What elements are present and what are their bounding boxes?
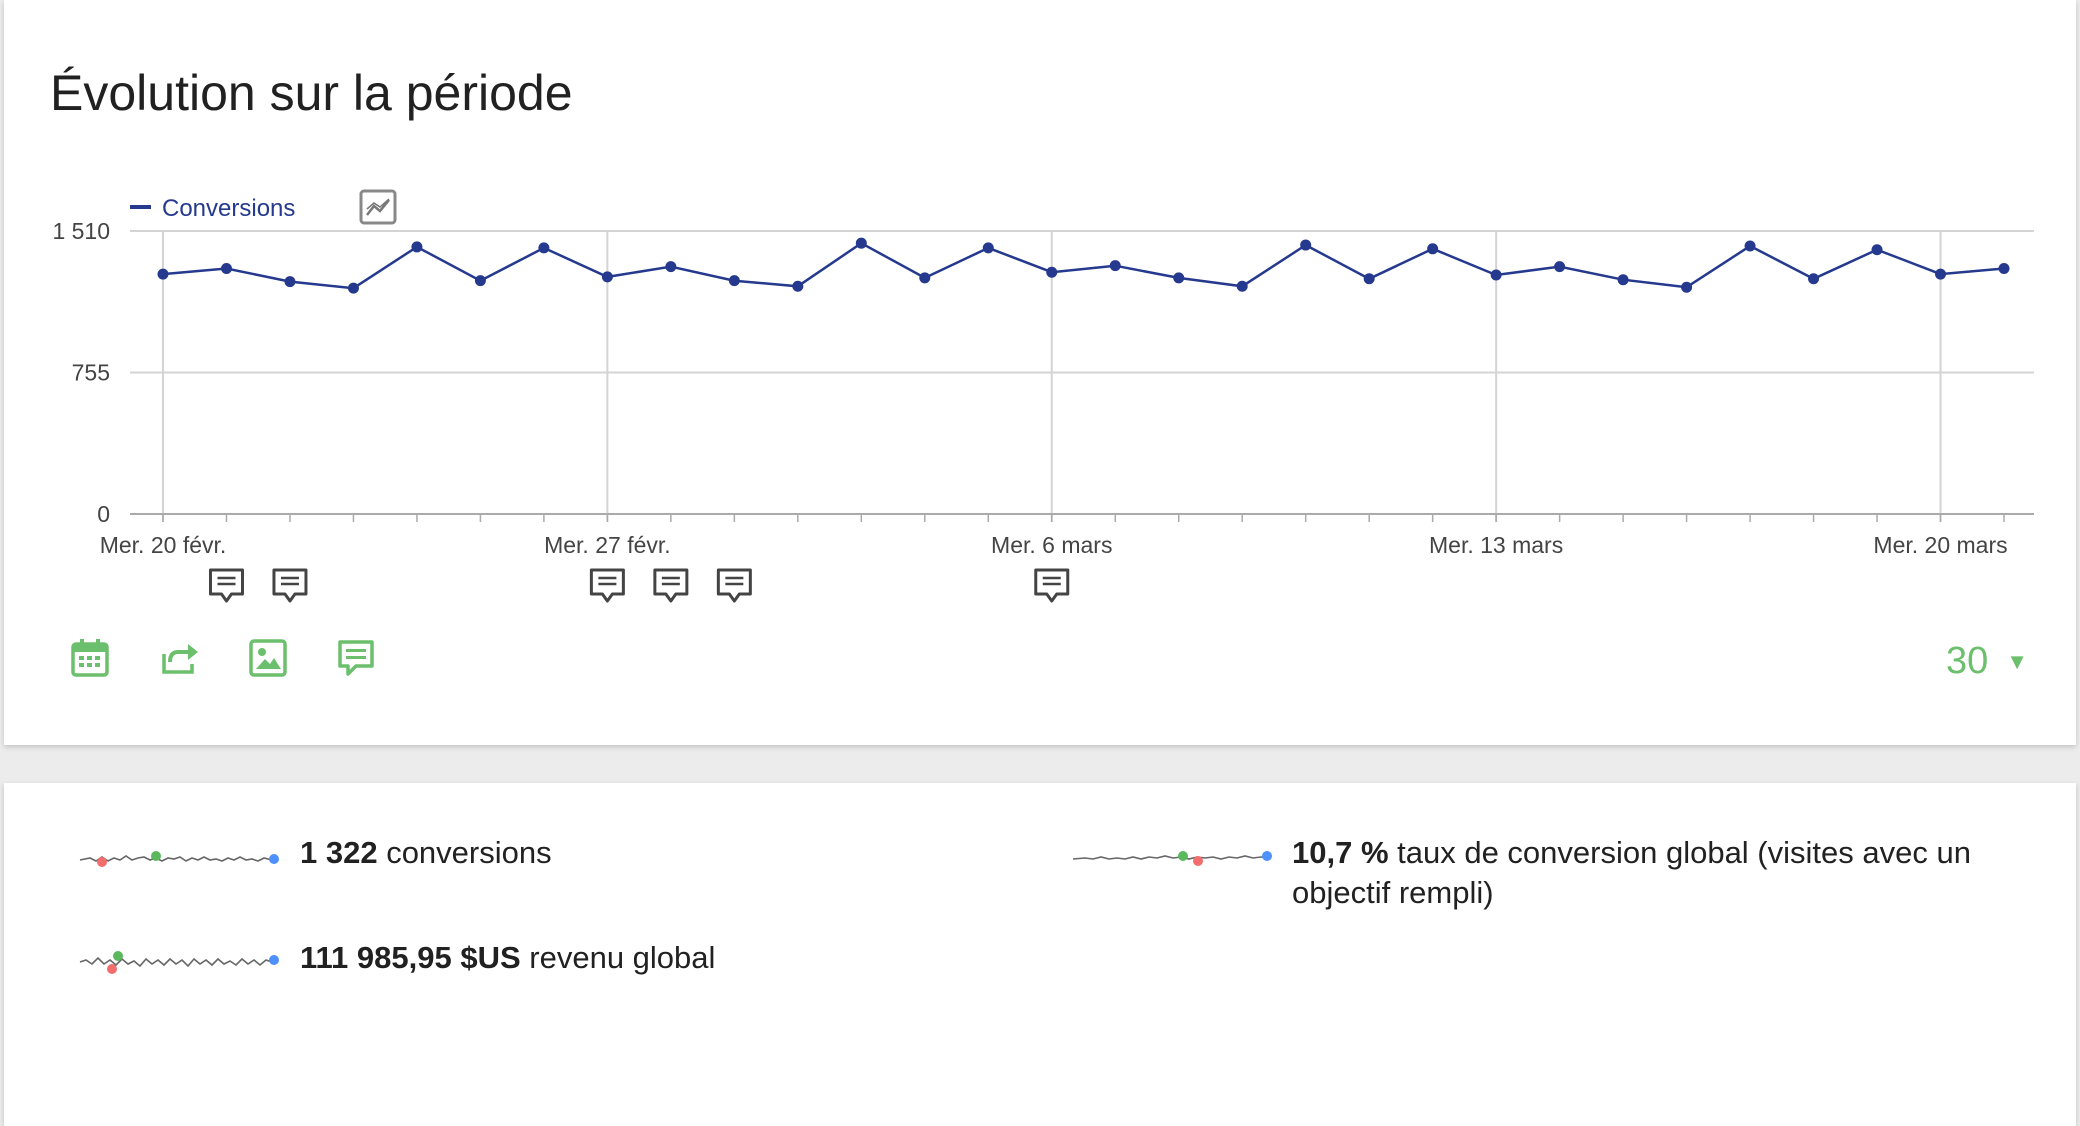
data-point: [1427, 243, 1439, 255]
chart-series: [157, 237, 2010, 294]
chart-grid: [130, 230, 2034, 522]
data-point: [347, 282, 359, 294]
annotation-marker-icon[interactable]: [272, 568, 308, 603]
data-point: [1808, 273, 1820, 285]
x-tick-label: Mer. 20 févr.: [100, 532, 227, 558]
sparkline-conversions[interactable]: [78, 845, 282, 873]
data-point: [1173, 272, 1185, 284]
data-point: [1300, 239, 1312, 251]
period-value: 30: [1945, 640, 1989, 682]
data-point: [1236, 280, 1248, 292]
data-point: [728, 275, 740, 287]
data-point: [855, 237, 867, 249]
data-point: [284, 276, 296, 288]
export-icon[interactable]: [160, 638, 208, 686]
metric-conversion-rate: 10,7 % taux de conversion global (visite…: [1292, 833, 2032, 913]
chart-type-icon[interactable]: [359, 189, 397, 225]
evolution-card: Évolution sur la période 1 510 755 0 Mer. 2…: [4, 0, 2076, 745]
x-tick-label: Mer. 27 févr.: [544, 532, 671, 558]
data-point: [919, 272, 931, 284]
calendar-icon[interactable]: [70, 638, 118, 686]
metric-value: 111 985,95 $US: [300, 940, 521, 975]
period-selector[interactable]: 30 ▼: [1946, 640, 2028, 683]
data-point: [1363, 273, 1375, 285]
x-tick-label: Mer. 13 mars: [1429, 532, 1563, 558]
annotation-markers[interactable]: [208, 568, 1070, 603]
data-point: [220, 262, 232, 274]
metric-label: conversions: [377, 835, 552, 870]
data-point: [1871, 244, 1883, 256]
annotation-icon[interactable]: [336, 638, 384, 686]
chart-legend[interactable]: Conversions: [130, 195, 295, 222]
annotation-marker-icon[interactable]: [653, 568, 689, 603]
sparkline-conversion-rate[interactable]: [1071, 845, 1275, 873]
data-point: [1046, 266, 1058, 278]
metric-revenue: 111 985,95 $US revenu global: [300, 938, 715, 978]
y-tick-label: 0: [97, 501, 110, 527]
annotation-marker-icon[interactable]: [1034, 568, 1070, 603]
data-point: [538, 242, 550, 254]
data-point: [1617, 274, 1629, 286]
data-point: [1998, 262, 2010, 274]
y-tick-label: 755: [72, 360, 110, 386]
evolution-chart: 1 510 755 0 Mer. 20 févr. Mer. 27 févr. Mer. …: [52, 189, 2034, 603]
annotation-marker-icon[interactable]: [589, 568, 625, 603]
x-tick-label: Mer. 6 mars: [991, 532, 1112, 558]
metric-conversions: 1 322 conversions: [300, 833, 552, 873]
data-point: [474, 275, 486, 287]
legend-series-label[interactable]: Conversions: [162, 195, 295, 222]
data-point: [601, 271, 613, 283]
metric-value: 1 322: [300, 835, 378, 870]
data-point: [1935, 268, 1947, 280]
y-tick-label: 1 510: [52, 218, 110, 244]
x-tick-label: Mer. 20 mars: [1873, 532, 2007, 558]
sparkline-revenue[interactable]: [78, 945, 282, 979]
data-point: [1490, 269, 1502, 281]
metric-label: taux de conversion global (visites avec …: [1292, 835, 1971, 910]
summary-card: 1 322 conversions 10,7 % taux de convers…: [4, 783, 2076, 1126]
data-point: [1744, 240, 1756, 252]
data-point: [157, 268, 169, 280]
data-point: [1109, 260, 1121, 272]
metric-value: 10,7 %: [1292, 835, 1389, 870]
metric-label: revenu global: [520, 940, 716, 975]
data-point: [1554, 261, 1566, 273]
data-point: [792, 280, 804, 292]
data-point: [982, 242, 994, 254]
data-point: [411, 241, 423, 253]
caret-down-icon: ▼: [2006, 648, 2028, 674]
annotation-marker-icon[interactable]: [208, 568, 244, 603]
series-line-conversions: [162, 241, 2005, 290]
annotation-marker-icon[interactable]: [716, 568, 752, 603]
data-point: [665, 261, 677, 273]
image-icon[interactable]: [248, 638, 296, 686]
data-point: [1681, 281, 1693, 293]
